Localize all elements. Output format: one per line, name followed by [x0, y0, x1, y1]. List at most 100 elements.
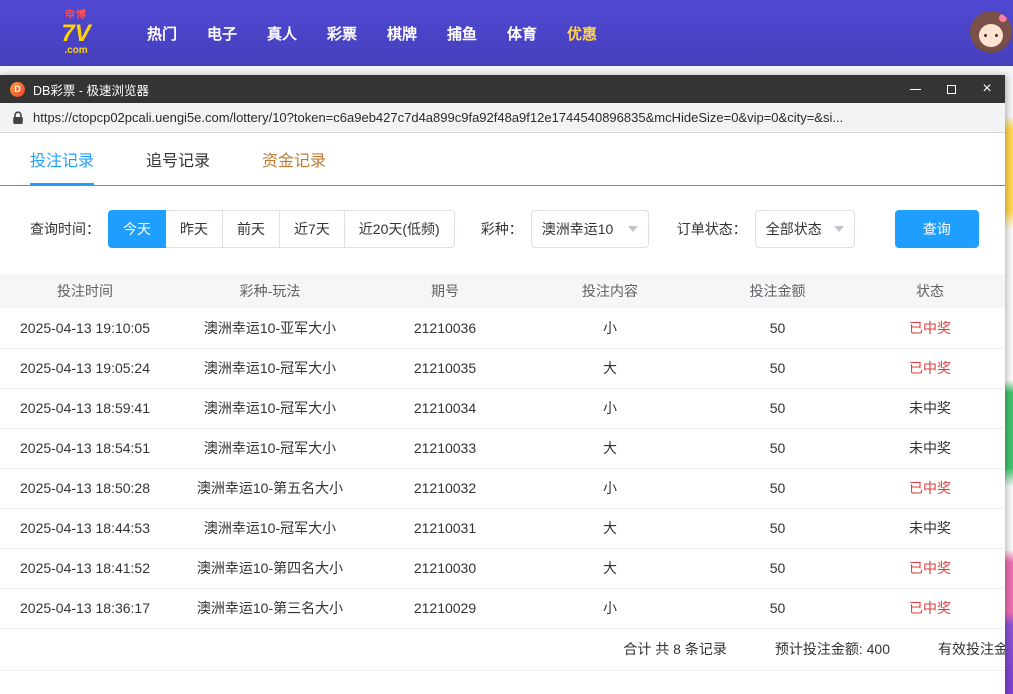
browser-window: D DB彩票 - 极速浏览器 × https://ctopcp02pcali.u…: [0, 75, 1005, 694]
nav-item-hot[interactable]: 热门: [132, 23, 192, 44]
nav-item-promo[interactable]: 优惠: [552, 23, 612, 44]
browser-titlebar[interactable]: D DB彩票 - 极速浏览器 ×: [0, 75, 1005, 103]
site-logo[interactable]: 申博 7V .com: [46, 11, 106, 56]
logo-brand-top: 申博: [46, 11, 106, 21]
close-button[interactable]: ×: [969, 75, 1005, 103]
col-header-issue: 期号: [370, 274, 520, 308]
expected-amount: 预计投注金额: 400: [775, 639, 890, 659]
bet-amount: 50: [700, 508, 855, 548]
bet-amount: 50: [700, 548, 855, 588]
lock-icon: [12, 111, 24, 125]
logo-brand-suffix: .com: [46, 46, 106, 56]
game-play: 澳洲幸运10-冠军大小: [170, 348, 370, 388]
bet-time: 2025-04-13 18:36:17: [0, 588, 170, 628]
game-play: 澳洲幸运10-亚军大小: [170, 308, 370, 348]
lottery-select-value: 澳洲幸运10: [542, 219, 614, 239]
page-content: 投注记录 追号记录 资金记录 查询时间： 今天 昨天 前天 近7天 近20天(低…: [0, 133, 1005, 694]
bet-amount: 50: [700, 428, 855, 468]
nav-item-slots[interactable]: 电子: [192, 23, 252, 44]
status-badge: 未中奖: [909, 400, 951, 416]
col-header-bet-time: 投注时间: [0, 274, 170, 308]
window-title: DB彩票 - 极速浏览器: [33, 80, 149, 99]
issue-number: 21210033: [370, 428, 520, 468]
bet-content: 大: [520, 348, 700, 388]
tab-bar: 投注记录 追号记录 资金记录: [0, 133, 1005, 186]
table-row: 2025-04-13 18:54:51 澳洲幸运10-冠军大小 21210033…: [0, 428, 1005, 468]
issue-number: 21210031: [370, 508, 520, 548]
issue-number: 21210030: [370, 548, 520, 588]
avatar-face: [979, 24, 1003, 47]
user-avatar[interactable]: [970, 11, 1012, 53]
table-row: 2025-04-13 18:44:53 澳洲幸运10-冠军大小 21210031…: [0, 508, 1005, 548]
url-bar[interactable]: https://ctopcp02pcali.uengi5e.com/lotter…: [0, 103, 1005, 133]
bet-time: 2025-04-13 18:44:53: [0, 508, 170, 548]
lottery-select[interactable]: 澳洲幸运10: [531, 210, 649, 248]
col-header-game-play: 彩种-玩法: [170, 274, 370, 308]
col-header-status: 状态: [855, 274, 1005, 308]
nav-item-cards[interactable]: 棋牌: [372, 23, 432, 44]
bet-amount: 50: [700, 468, 855, 508]
site-favicon-icon: D: [10, 82, 25, 97]
issue-number: 21210034: [370, 388, 520, 428]
maximize-icon: [947, 85, 956, 94]
order-status-value: 全部状态: [766, 219, 822, 239]
bet-amount: 50: [700, 348, 855, 388]
table-row: 2025-04-13 18:41:52 澳洲幸运10-第四名大小 2121003…: [0, 548, 1005, 588]
bet-content: 小: [520, 388, 700, 428]
table-row: 2025-04-13 18:50:28 澳洲幸运10-第五名大小 2121003…: [0, 468, 1005, 508]
window-controls: ×: [897, 75, 1005, 103]
status-badge: 已中奖: [909, 360, 951, 376]
summary-bar: 合计 共 8 条记录 预计投注金额: 400 有效投注金额: [0, 629, 1005, 671]
game-play: 澳洲幸运10-第四名大小: [170, 548, 370, 588]
time-filter-20days[interactable]: 近20天(低频): [345, 210, 455, 248]
game-play: 澳洲幸运10-冠军大小: [170, 508, 370, 548]
bet-content: 大: [520, 548, 700, 588]
time-filter-7days[interactable]: 近7天: [280, 210, 345, 248]
bet-content: 大: [520, 428, 700, 468]
nav-item-live[interactable]: 真人: [252, 23, 312, 44]
main-nav: 热门 电子 真人 彩票 棋牌 捕鱼 体育 优惠: [132, 23, 612, 44]
valid-amount: 有效投注金额: [938, 639, 1005, 659]
bet-content: 大: [520, 508, 700, 548]
tab-fund-records[interactable]: 资金记录: [262, 147, 326, 185]
game-play: 澳洲幸运10-第五名大小: [170, 468, 370, 508]
bet-time: 2025-04-13 19:10:05: [0, 308, 170, 348]
nav-item-fishing[interactable]: 捕鱼: [432, 23, 492, 44]
table-header-row: 投注时间 彩种-玩法 期号 投注内容 投注金额 状态: [0, 274, 1005, 308]
nav-item-lottery[interactable]: 彩票: [312, 23, 372, 44]
tab-chase-records[interactable]: 追号记录: [146, 147, 210, 185]
filter-bar: 查询时间： 今天 昨天 前天 近7天 近20天(低频) 彩种： 澳洲幸运10 订…: [0, 186, 1005, 248]
url-text[interactable]: https://ctopcp02pcali.uengi5e.com/lotter…: [33, 110, 843, 125]
nav-item-sports[interactable]: 体育: [492, 23, 552, 44]
issue-number: 21210035: [370, 348, 520, 388]
query-button[interactable]: 查询: [895, 210, 979, 248]
status-badge: 未中奖: [909, 520, 951, 536]
issue-number: 21210036: [370, 308, 520, 348]
time-filter-yesterday[interactable]: 昨天: [166, 210, 223, 248]
time-filter-group: 今天 昨天 前天 近7天 近20天(低频): [108, 210, 455, 248]
bet-time: 2025-04-13 18:59:41: [0, 388, 170, 428]
chevron-down-icon: [834, 226, 844, 232]
status-badge: 未中奖: [909, 440, 951, 456]
maximize-button[interactable]: [933, 75, 969, 103]
col-header-content: 投注内容: [520, 274, 700, 308]
time-filter-daybefore[interactable]: 前天: [223, 210, 280, 248]
col-header-amount: 投注金额: [700, 274, 855, 308]
total-records: 合计 共 8 条记录: [623, 639, 726, 659]
order-status-select[interactable]: 全部状态: [755, 210, 855, 248]
background-page-strip: [1005, 66, 1013, 694]
bet-amount: 50: [700, 388, 855, 428]
bet-time: 2025-04-13 18:50:28: [0, 468, 170, 508]
lottery-filter-label: 彩种：: [481, 219, 523, 239]
issue-number: 21210029: [370, 588, 520, 628]
time-filter-today[interactable]: 今天: [108, 210, 166, 248]
issue-number: 21210032: [370, 468, 520, 508]
order-status-label: 订单状态：: [677, 219, 747, 239]
time-filter-label: 查询时间：: [30, 219, 100, 239]
tab-bet-records[interactable]: 投注记录: [30, 147, 94, 185]
minimize-icon: [910, 89, 921, 90]
bet-content: 小: [520, 588, 700, 628]
minimize-button[interactable]: [897, 75, 933, 103]
status-badge: 已中奖: [909, 600, 951, 616]
chevron-down-icon: [628, 226, 638, 232]
